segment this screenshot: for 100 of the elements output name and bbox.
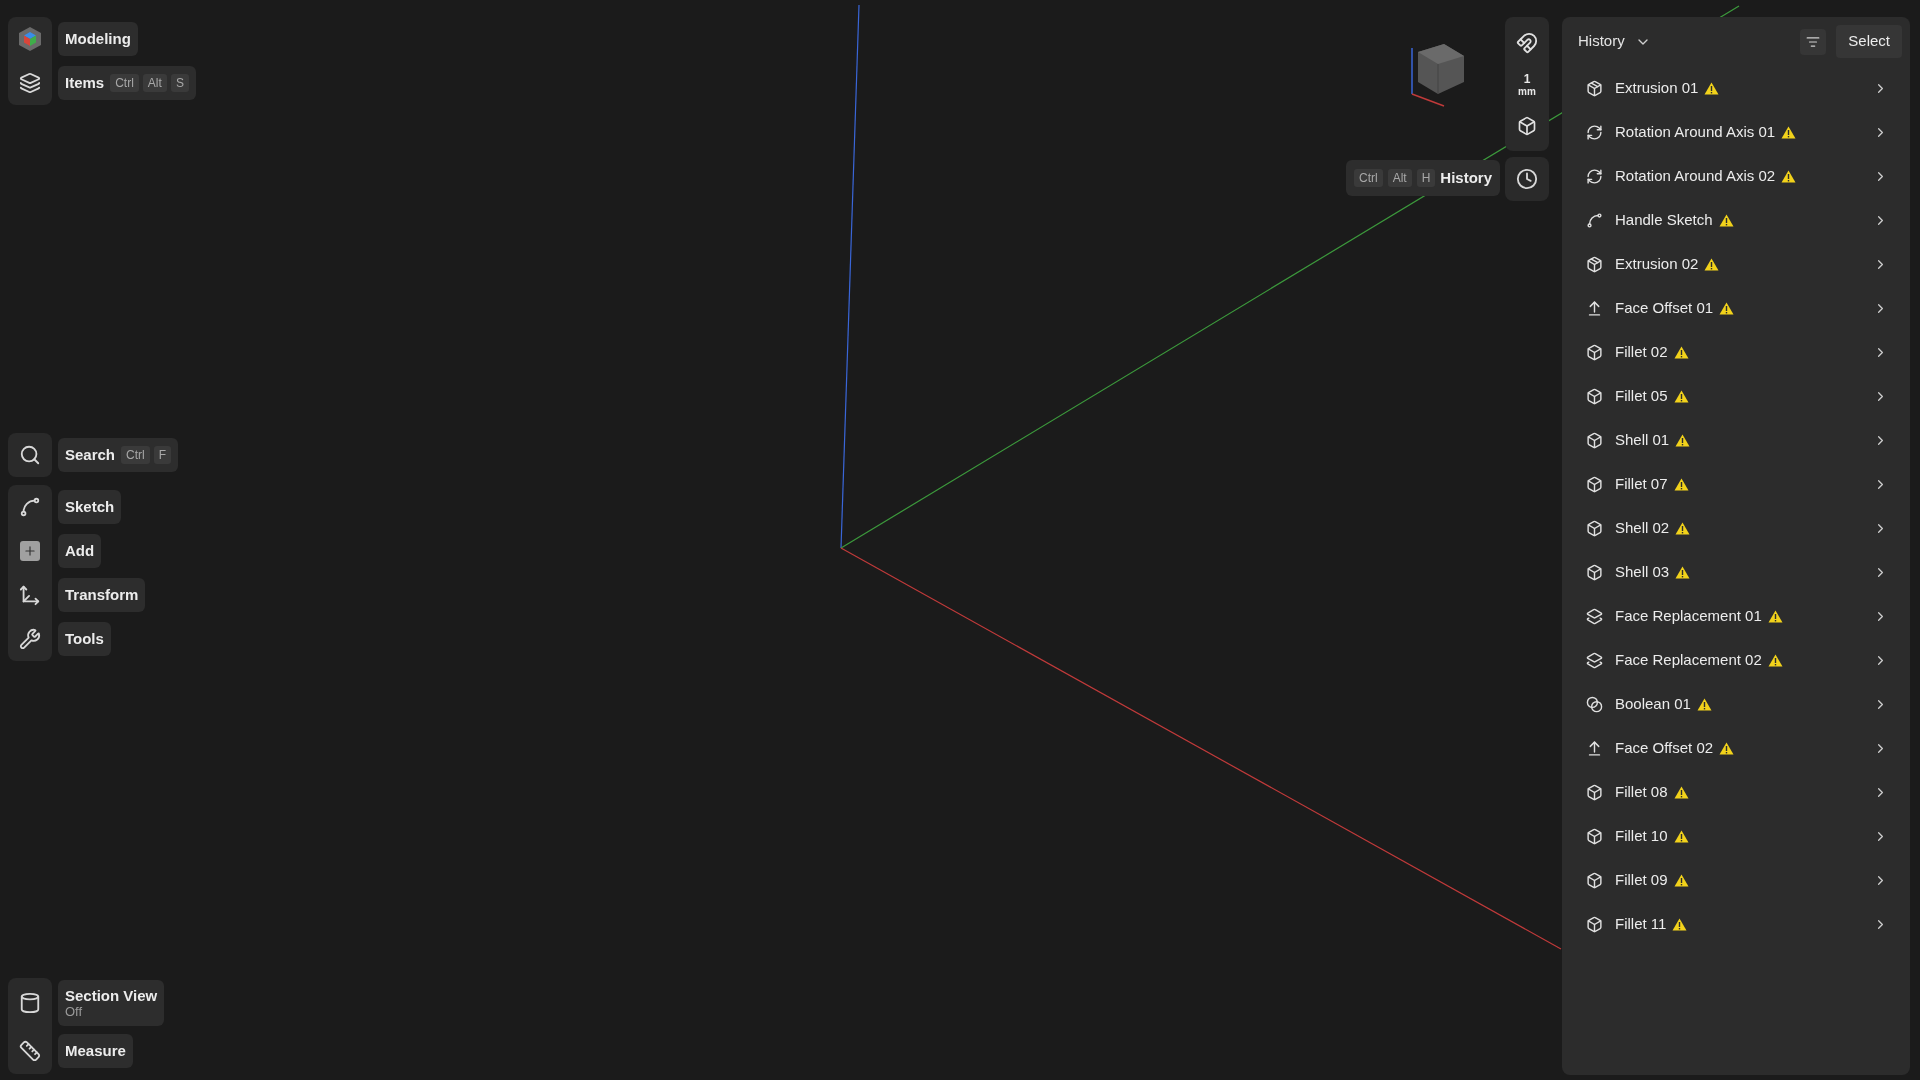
workspace-button[interactable]: Modeling <box>58 22 138 56</box>
history-item[interactable]: Shell 01 <box>1562 418 1910 462</box>
item-label: Face Offset 01 <box>1615 297 1714 318</box>
button-label: Add <box>65 541 95 561</box>
status-text: Off <box>65 1004 84 1019</box>
button-label: Sketch <box>65 497 115 517</box>
grid-size-button[interactable]: 1 mm <box>1518 63 1536 107</box>
history-item[interactable]: Fillet 02 <box>1562 330 1910 374</box>
package-icon <box>1585 255 1603 273</box>
button-label: Section View <box>65 987 158 1004</box>
search-icon-button[interactable] <box>8 433 52 477</box>
cylinder-icon[interactable] <box>19 992 41 1014</box>
button-label: Transform <box>65 585 139 605</box>
layers-icon <box>1585 651 1603 669</box>
search-icon <box>19 444 41 466</box>
item-label: Fillet 11 <box>1615 913 1667 934</box>
cube-icon <box>1585 783 1603 801</box>
magnet-icon[interactable] <box>1516 32 1538 54</box>
warning-icon <box>1781 125 1797 139</box>
item-label: Rotation Around Axis 01 <box>1615 121 1776 142</box>
cube-icon <box>1585 431 1603 449</box>
tool-button[interactable]: Sketch <box>58 490 122 524</box>
warning-icon <box>1719 741 1735 755</box>
item-label: Fillet 08 <box>1615 781 1668 802</box>
cube-icon <box>1585 475 1603 493</box>
history-item[interactable]: Rotation Around Axis 02 <box>1562 154 1910 198</box>
select-button[interactable]: Select <box>1836 25 1902 58</box>
history-button[interactable] <box>1505 157 1549 201</box>
history-item[interactable]: Face Offset 01 <box>1562 286 1910 330</box>
grid-unit: mm <box>1518 85 1536 98</box>
items-button[interactable]: Items Ctrl Alt S <box>58 66 196 100</box>
button-label: Tools <box>65 629 104 649</box>
history-item[interactable]: Boolean 01 <box>1562 682 1910 726</box>
section-view-button[interactable]: Section View Off <box>58 980 165 1026</box>
item-label: Fillet 10 <box>1615 825 1668 846</box>
rotate-icon <box>1585 123 1603 141</box>
history-item[interactable]: Face Replacement 01 <box>1562 594 1910 638</box>
cube-icon <box>1585 387 1603 405</box>
search-button[interactable]: Search Ctrl F <box>58 438 179 472</box>
warning-icon <box>1767 653 1783 667</box>
history-item[interactable]: Fillet 10 <box>1562 814 1910 858</box>
item-label: Face Offset 02 <box>1615 737 1714 758</box>
history-item[interactable]: Face Replacement 02 <box>1562 638 1910 682</box>
key-cap: Alt <box>1387 169 1412 187</box>
history-item[interactable]: Extrusion 02 <box>1562 242 1910 286</box>
measure-button[interactable]: Measure <box>58 1034 133 1068</box>
warning-icon <box>1673 345 1689 359</box>
history-item[interactable]: Extrusion 01 <box>1562 66 1910 110</box>
history-item[interactable]: Fillet 08 <box>1562 770 1910 814</box>
key-cap: Ctrl <box>1354 169 1383 187</box>
key-cap: Ctrl <box>121 446 150 464</box>
clock-icon <box>1516 168 1538 190</box>
cube-icon <box>1585 519 1603 537</box>
tooltip-label: History <box>1440 167 1493 188</box>
item-label: Rotation Around Axis 02 <box>1615 165 1776 186</box>
tool-button[interactable]: Transform <box>58 578 146 612</box>
item-label: Fillet 05 <box>1615 385 1668 406</box>
item-label: Extrusion 02 <box>1615 253 1699 274</box>
warning-icon <box>1672 917 1688 931</box>
key-cap: S <box>170 74 189 92</box>
tool-button[interactable]: Tools <box>58 622 111 656</box>
history-item[interactable]: Rotation Around Axis 01 <box>1562 110 1910 154</box>
button-label: Measure <box>65 1041 126 1061</box>
curve-plus-icon <box>19 496 41 518</box>
key-cap: F <box>153 446 172 464</box>
cube-icon <box>1585 827 1603 845</box>
history-item[interactable]: Shell 03 <box>1562 550 1910 594</box>
history-item[interactable]: Fillet 09 <box>1562 858 1910 902</box>
item-label: Fillet 07 <box>1615 473 1668 494</box>
layers-icon[interactable] <box>19 72 41 94</box>
warning-icon <box>1696 697 1712 711</box>
warning-icon <box>1675 565 1691 579</box>
history-item[interactable]: Handle Sketch <box>1562 198 1910 242</box>
ruler-icon[interactable] <box>19 1040 41 1062</box>
circles-icon <box>1585 695 1603 713</box>
history-item[interactable]: Shell 02 <box>1562 506 1910 550</box>
curve-icon <box>1585 211 1603 229</box>
history-item[interactable]: Face Offset 02 <box>1562 726 1910 770</box>
warning-icon <box>1673 829 1689 843</box>
filter-icon <box>1806 34 1821 49</box>
warning-icon <box>1673 785 1689 799</box>
item-label: Fillet 02 <box>1615 341 1668 362</box>
tool-button[interactable]: Add <box>58 534 102 568</box>
item-label: Extrusion 01 <box>1615 77 1699 98</box>
item-label: Shell 01 <box>1615 429 1670 450</box>
cube-icon <box>1585 871 1603 889</box>
warning-icon <box>1718 213 1734 227</box>
warning-icon <box>1767 609 1783 623</box>
history-item[interactable]: Fillet 05 <box>1562 374 1910 418</box>
filter-button[interactable] <box>1800 28 1827 55</box>
warning-icon <box>1781 169 1797 183</box>
item-label: Face Replacement 02 <box>1615 649 1762 670</box>
history-item[interactable]: Fillet 11 <box>1562 902 1910 946</box>
history-dropdown[interactable]: History <box>1578 30 1651 53</box>
warning-icon <box>1704 81 1720 95</box>
item-label: Handle Sketch <box>1615 209 1713 230</box>
history-item[interactable]: Fillet 07 <box>1562 462 1910 506</box>
cube-icon <box>1585 563 1603 581</box>
layers-icon <box>1585 607 1603 625</box>
key-cap: Alt <box>142 74 167 92</box>
